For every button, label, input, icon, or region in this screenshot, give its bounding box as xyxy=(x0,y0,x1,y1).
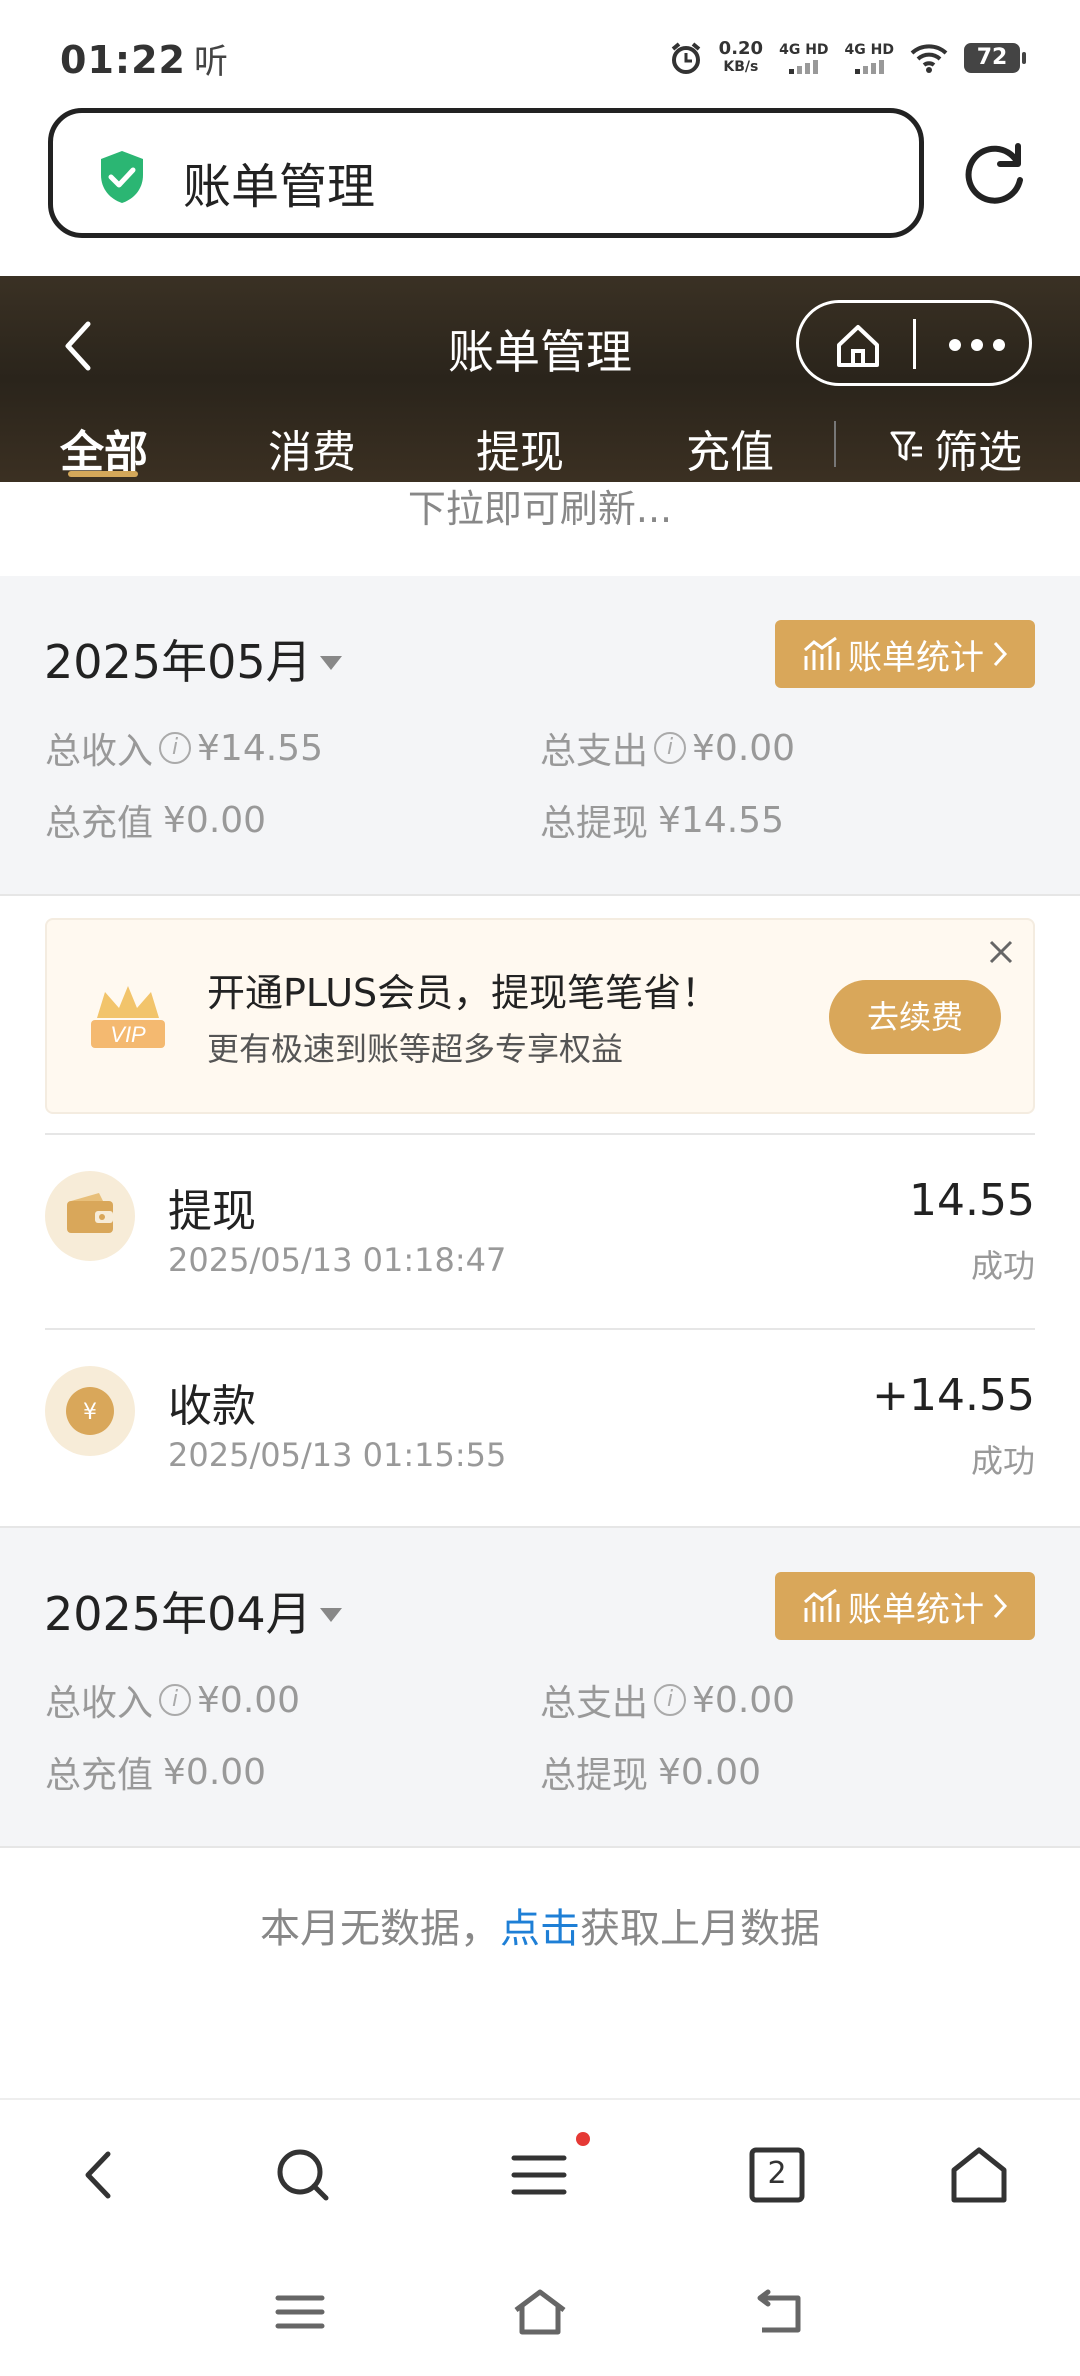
tab-separator xyxy=(834,421,836,467)
menu-icon[interactable] xyxy=(508,2144,570,2206)
total-recharge: 总充值 ¥0.00 xyxy=(45,799,267,845)
status-time: 01:22 听 xyxy=(60,38,229,82)
bill-stats-button[interactable]: 账单统计 xyxy=(775,1572,1035,1640)
signal-2: 4G HD xyxy=(845,42,894,74)
status-bar: 01:22 听 0.20 KB/s 4G HD 4G HD 72 xyxy=(0,0,1080,100)
renew-button[interactable]: 去续费 xyxy=(829,980,1001,1054)
transaction-name: 提现 xyxy=(168,1186,256,1237)
info-icon[interactable]: i xyxy=(654,732,687,764)
transaction-amount: +14.55 xyxy=(872,1370,1035,1421)
mini-program-capsule xyxy=(796,300,1032,386)
total-expense: 总支出 i ¥0.00 xyxy=(540,1679,796,1725)
transaction-time: 2025/05/13 01:15:55 xyxy=(168,1436,507,1474)
tab-consume[interactable]: 消费 xyxy=(268,416,356,480)
bill-stats-button[interactable]: 账单统计 xyxy=(775,620,1035,688)
dropdown-triangle-icon xyxy=(319,656,342,670)
transaction-row[interactable]: 提现 2025/05/13 01:18:47 14.55 成功 xyxy=(0,1135,1080,1329)
promo-subtitle: 更有极速到账等超多专享权益 xyxy=(207,1030,624,1068)
bill-stats-label: 账单统计 xyxy=(848,1589,984,1630)
transaction-time: 2025/05/13 01:18:47 xyxy=(168,1241,507,1279)
tab-recharge[interactable]: 充值 xyxy=(686,416,774,480)
reload-icon[interactable] xyxy=(960,140,1030,210)
pull-to-refresh-hint: 下拉即可刷新... xyxy=(407,487,673,531)
chevron-right-icon xyxy=(993,641,1008,667)
promo-title: 开通PLUS会员，提现笔笔省！ xyxy=(207,971,720,1015)
page-header: 账单管理 全部 消费 提现 充值 筛选 xyxy=(0,276,1080,482)
more-options-icon[interactable] xyxy=(947,337,1007,353)
shield-check-icon xyxy=(101,151,143,203)
transaction-name: 收款 xyxy=(168,1381,256,1432)
status-time-suffix: 听 xyxy=(193,42,229,82)
home-icon[interactable] xyxy=(833,321,883,371)
info-icon[interactable]: i xyxy=(654,1684,687,1716)
month-selector[interactable]: 2025年04月 xyxy=(44,1578,342,1644)
total-income: 总收入 i ¥0.00 xyxy=(45,1679,301,1725)
vip-crown-icon: VIP xyxy=(91,986,165,1048)
load-last-month-link[interactable]: 点击 xyxy=(500,1906,580,1952)
month-summary-2025-05: 2025年05月 账单统计 总收入 i ¥14.55 总支出 i ¥0.00 总充值 ¥0… xyxy=(0,576,1080,896)
capsule-divider xyxy=(913,319,916,369)
dropdown-triangle-icon xyxy=(319,1608,342,1622)
search-icon[interactable] xyxy=(272,2144,334,2206)
bar-chart-icon xyxy=(804,1588,840,1622)
wallet-icon xyxy=(45,1171,135,1261)
system-home-icon[interactable] xyxy=(512,2286,568,2338)
filter-icon xyxy=(890,431,922,461)
total-withdraw: 总提现 ¥14.55 xyxy=(540,799,784,845)
info-icon[interactable]: i xyxy=(159,1684,192,1716)
yuan-coin-icon: ¥ xyxy=(45,1366,135,1456)
recents-menu-icon[interactable] xyxy=(272,2286,328,2338)
bill-stats-label: 账单统计 xyxy=(848,637,984,678)
notification-dot xyxy=(576,2132,590,2146)
home-icon[interactable] xyxy=(948,2144,1010,2206)
battery-indicator: 72 xyxy=(964,43,1026,73)
system-back-icon[interactable] xyxy=(752,2286,808,2338)
month-selector[interactable]: 2025年05月 xyxy=(44,626,342,692)
total-withdraw: 总提现 ¥0.00 xyxy=(540,1751,762,1797)
close-icon[interactable] xyxy=(985,936,1017,968)
net-speed: 0.20 KB/s xyxy=(718,38,764,76)
info-icon[interactable]: i xyxy=(159,732,192,764)
address-bar[interactable]: 账单管理 xyxy=(48,108,924,238)
total-expense: 总支出 i ¥0.00 xyxy=(540,727,796,773)
plus-membership-banner[interactable]: VIP 开通PLUS会员，提现笔笔省！ 更有极速到账等超多专享权益 去续费 xyxy=(45,918,1035,1114)
no-data-message: 本月无数据，点击获取上月数据 xyxy=(260,1906,820,1952)
tab-withdraw[interactable]: 提现 xyxy=(476,416,564,480)
address-title: 账单管理 xyxy=(183,159,376,215)
transaction-row[interactable]: ¥ 收款 2025/05/13 01:15:55 +14.55 成功 xyxy=(0,1330,1080,1524)
browser-bottom-nav: 2 xyxy=(0,2098,1080,2248)
chevron-right-icon xyxy=(993,1593,1008,1619)
back-icon[interactable] xyxy=(70,2144,132,2206)
yuan-symbol: ¥ xyxy=(83,1400,97,1425)
month-summary-2025-04: 2025年04月 账单统计 总收入 i ¥0.00 总支出 i ¥0.00 总充值 ¥0.… xyxy=(0,1526,1080,1848)
alarm-icon xyxy=(671,42,700,74)
filter-button[interactable]: 筛选 xyxy=(890,416,1022,480)
active-tab-indicator xyxy=(68,471,138,477)
tabs-count: 2 xyxy=(767,2156,787,2191)
bar-chart-icon xyxy=(804,636,840,670)
transaction-amount: 14.55 xyxy=(909,1175,1035,1226)
total-recharge: 总充值 ¥0.00 xyxy=(45,1751,267,1797)
filter-label: 筛选 xyxy=(934,427,1022,478)
status-icons: 0.20 KB/s 4G HD 4G HD 72 xyxy=(669,38,1026,78)
vip-badge-text: VIP xyxy=(110,1022,146,1047)
system-nav-bar xyxy=(0,2250,1080,2376)
total-income: 总收入 i ¥14.55 xyxy=(45,727,323,773)
wifi-icon xyxy=(910,44,948,73)
signal-1: 4G HD xyxy=(779,42,829,74)
transaction-status: 成功 xyxy=(970,1247,1035,1285)
transaction-status: 成功 xyxy=(970,1442,1035,1480)
tabs-count-button[interactable]: 2 xyxy=(746,2144,808,2206)
